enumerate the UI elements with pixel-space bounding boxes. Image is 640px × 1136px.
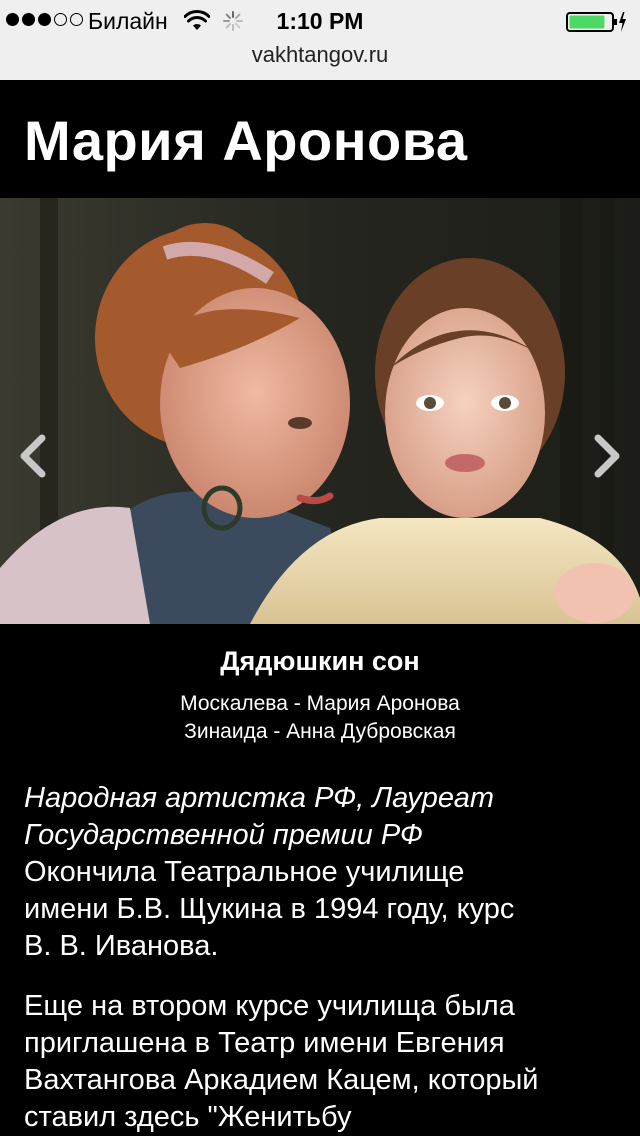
bio-title-line: Государственной премии РФ (24, 819, 423, 851)
bio-text-line: Еще на втором курсе училища была (24, 990, 515, 1022)
status-bar: Билайн 1:10 PM vakhtangov.ru (0, 0, 640, 80)
chevron-left-icon[interactable] (14, 434, 54, 478)
photo-caption-line: Зинаида - Анна Дубровская (184, 720, 456, 743)
bio-title-line: Народная артистка РФ, Лауреат (24, 782, 495, 814)
status-row: Билайн 1:10 PM (0, 6, 640, 36)
battery-icon (566, 12, 626, 32)
bio-text-line: ставил здесь "Женитьбу (24, 1101, 352, 1133)
battery-level-fill (569, 15, 605, 29)
bio-text-line: имени Б.В. Щукина в 1994 году, курс (24, 893, 515, 925)
charging-bolt-icon (619, 12, 626, 32)
photo-caption-line: Москалева - Мария Аронова (180, 692, 460, 715)
performance-photo (0, 198, 640, 624)
gallery-photo[interactable] (0, 198, 640, 624)
bio-paragraph-2: Еще на втором курсе училища была приглаш… (24, 988, 624, 1136)
bio-text-line: приглашена в Театр имени Евгения (24, 1027, 505, 1059)
bio-text-line: Окончила Театральное училище (24, 856, 465, 888)
photo-caption-title: Дядюшкин сон (220, 646, 420, 676)
bio-paragraph-1: Народная артистка РФ, Лауреат Государств… (24, 780, 624, 965)
page-title: Мария Аронова (24, 109, 468, 172)
chevron-right-icon[interactable] (586, 434, 626, 478)
bio-text-line: В. В. Иванова. (24, 930, 219, 962)
page-content: Мария Аронова Дядюшкин сон Москалева - М… (0, 80, 640, 1136)
address-bar-url[interactable]: vakhtangov.ru (0, 42, 640, 68)
clock-time: 1:10 PM (276, 8, 364, 34)
bio-text-line: Вахтангова Аркадием Кацем, который (24, 1064, 539, 1096)
